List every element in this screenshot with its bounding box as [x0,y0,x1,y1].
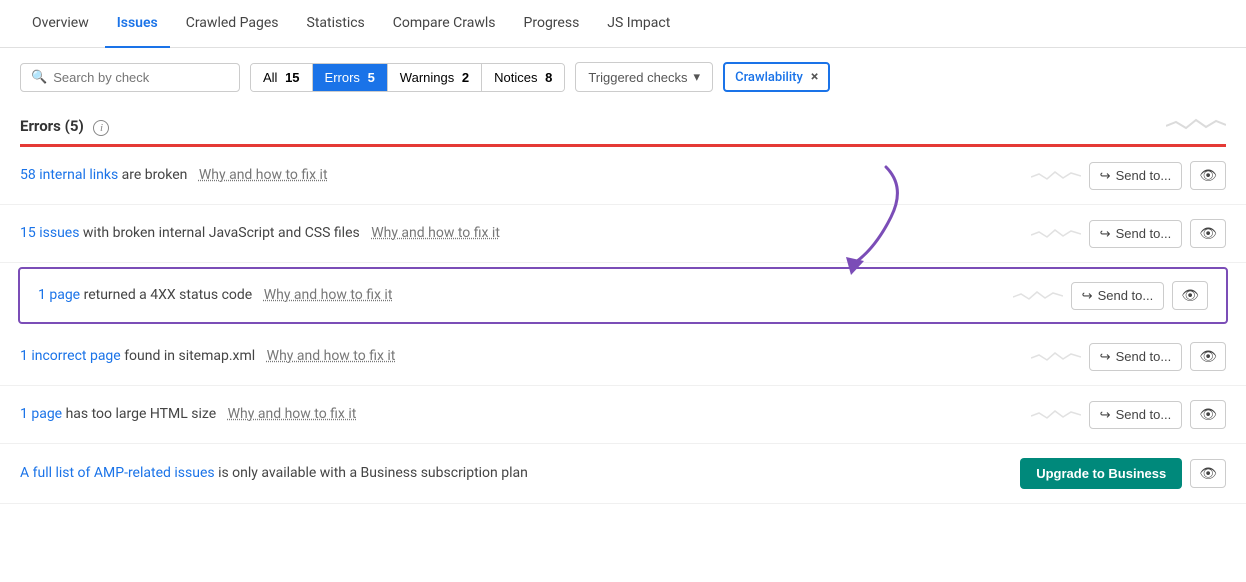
filter-all[interactable]: All 15 [251,64,313,91]
nav-crawled-pages[interactable]: Crawled Pages [174,0,291,48]
section-wavy-icon [1166,114,1226,138]
trend-sparkline [1031,225,1081,243]
send-icon: ↪ [1100,349,1111,365]
eye-icon: 👁 [1199,167,1217,183]
issue-actions: ↪ Send to... 👁 [1031,219,1226,248]
send-to-button[interactable]: ↪ Send to... [1089,162,1183,190]
eye-button[interactable]: 👁 [1190,459,1226,488]
send-icon: ↪ [1100,407,1111,423]
send-to-button[interactable]: ↪ Send to... [1071,282,1165,310]
nav-issues[interactable]: Issues [105,0,170,48]
upgrade-content: A full list of AMP-related issues is onl… [20,464,1010,484]
fix-link[interactable]: Why and how to fix it [199,167,328,183]
upgrade-row: A full list of AMP-related issues is onl… [0,444,1246,504]
issue-content: 15 issues with broken internal JavaScrip… [20,224,1021,244]
eye-icon: 👁 [1181,287,1199,303]
trend-sparkline [1031,406,1081,424]
nav-statistics[interactable]: Statistics [295,0,377,48]
trend-sparkline [1031,167,1081,185]
issue-link[interactable]: 15 issues [20,225,79,241]
eye-icon: 👁 [1199,348,1217,364]
send-icon: ↪ [1082,288,1093,304]
top-navigation: Overview Issues Crawled Pages Statistics… [0,0,1246,48]
chevron-down-icon: ▾ [694,69,701,85]
issue-content: 1 page has too large HTML size Why and h… [20,405,1021,425]
fix-link[interactable]: Why and how to fix it [371,225,500,241]
filter-notices[interactable]: Notices 8 [482,64,564,91]
section-header: Errors (5) i [0,106,1246,144]
info-icon[interactable]: i [93,120,109,136]
eye-button[interactable]: 👁 [1190,219,1226,248]
issue-link[interactable]: 1 incorrect page [20,348,121,364]
eye-button[interactable]: 👁 [1190,161,1226,190]
issue-actions: ↪ Send to... 👁 [1031,400,1226,429]
eye-icon: 👁 [1199,406,1217,422]
search-box[interactable]: 🔍 [20,63,240,92]
triggered-checks-label: Triggered checks [588,70,687,85]
amp-issues-link[interactable]: A full list of AMP-related issues [20,465,215,481]
trend-wavy-svg [1166,114,1226,134]
upgrade-to-business-button[interactable]: Upgrade to Business [1020,458,1182,489]
filter-group: All 15 Errors 5 Warnings 2 Notices 8 [250,63,565,92]
toolbar: 🔍 All 15 Errors 5 Warnings 2 Notices 8 T… [0,48,1246,106]
eye-button[interactable]: 👁 [1190,400,1226,429]
eye-icon: 👁 [1199,225,1217,241]
issue-actions: ↪ Send to... 👁 [1013,281,1208,310]
issue-content: 1 incorrect page found in sitemap.xml Wh… [20,347,1021,367]
close-crawlability-button[interactable]: × [811,69,818,85]
nav-compare-crawls[interactable]: Compare Crawls [381,0,508,48]
eye-icon: 👁 [1199,465,1217,481]
fix-link[interactable]: Why and how to fix it [267,348,396,364]
send-to-button[interactable]: ↪ Send to... [1089,401,1183,429]
issue-actions: ↪ Send to... 👁 [1031,342,1226,371]
issue-row-highlighted: 1 page returned a 4XX status code Why an… [18,267,1228,324]
issue-row: 1 page has too large HTML size Why and h… [0,386,1246,444]
send-to-button[interactable]: ↪ Send to... [1089,343,1183,371]
fix-link[interactable]: Why and how to fix it [264,287,393,303]
issue-row: 58 internal links are broken Why and how… [0,147,1246,205]
eye-button[interactable]: 👁 [1190,342,1226,371]
issue-content: 1 page returned a 4XX status code Why an… [38,286,1003,306]
trend-sparkline [1031,348,1081,366]
section-title-group: Errors (5) i [20,117,109,136]
nav-js-impact[interactable]: JS Impact [595,0,682,48]
filter-errors[interactable]: Errors 5 [313,64,388,91]
issue-row: 15 issues with broken internal JavaScrip… [0,205,1246,263]
search-icon: 🔍 [31,70,47,85]
eye-button[interactable]: 👁 [1172,281,1208,310]
fix-link[interactable]: Why and how to fix it [228,406,357,422]
send-to-button[interactable]: ↪ Send to... [1089,220,1183,248]
send-icon: ↪ [1100,168,1111,184]
issue-actions: ↪ Send to... 👁 [1031,161,1226,190]
crawlability-badge: Crawlability × [723,62,830,92]
issue-content: 58 internal links are broken Why and how… [20,166,1021,186]
issue-link[interactable]: 1 page [38,287,80,303]
search-input[interactable] [53,70,229,85]
trend-sparkline [1013,287,1063,305]
send-icon: ↪ [1100,226,1111,242]
nav-overview[interactable]: Overview [20,0,101,48]
issue-link[interactable]: 58 internal links [20,167,118,183]
triggered-checks-button[interactable]: Triggered checks ▾ [575,62,713,92]
issue-row: 1 incorrect page found in sitemap.xml Wh… [0,328,1246,386]
crawlability-label: Crawlability [735,70,803,85]
filter-warnings[interactable]: Warnings 2 [388,64,482,91]
upgrade-actions: Upgrade to Business 👁 [1020,458,1226,489]
nav-progress[interactable]: Progress [512,0,592,48]
section-title: Errors (5) [20,117,87,135]
issue-link[interactable]: 1 page [20,406,62,422]
